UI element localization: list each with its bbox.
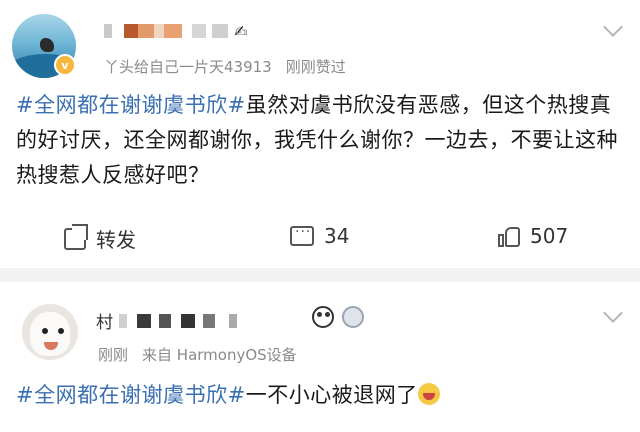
username-blurred[interactable] bbox=[104, 24, 228, 38]
avatar-eye bbox=[42, 328, 48, 334]
username-first-char: 村 bbox=[96, 313, 113, 333]
vip-badge-icon: v bbox=[54, 54, 76, 76]
hashtag-link[interactable]: #全网都在谢谢虞书欣# bbox=[16, 383, 246, 407]
laugh-emoji-icon bbox=[417, 383, 440, 405]
action-bar: 转发 34 507 bbox=[0, 216, 640, 260]
comment-body: #全网都在谢谢虞书欣#一不小心被退网了 bbox=[16, 378, 628, 413]
comment-body: #全网都在谢谢虞书欣#虽然对虞书欣没有恶感，但这个热搜真的好讨厌，还全网都谢你，… bbox=[16, 88, 628, 193]
share-icon bbox=[64, 227, 86, 250]
device-source: 来自 HarmonyOS设备 bbox=[142, 346, 297, 364]
comment-count: 34 bbox=[324, 224, 350, 248]
comment-meta: 刚刚 来自 HarmonyOS设备 bbox=[98, 344, 311, 365]
username-blurred[interactable]: 村 bbox=[96, 308, 237, 333]
medal-badge-icon bbox=[342, 306, 364, 328]
like-icon bbox=[498, 225, 520, 247]
like-count: 507 bbox=[530, 224, 569, 248]
timestamp: 刚刚 bbox=[98, 346, 129, 364]
comment-button[interactable]: 34 bbox=[290, 224, 349, 248]
share-label: 转发 bbox=[96, 228, 136, 252]
comment-meta: 丫头给自己一片天43913 刚刚赞过 bbox=[104, 56, 360, 77]
weibo-comment-2: 村 刚刚 来自 HarmonyOS设备 #全网都在谢谢虞书欣#一不小心被退网了 bbox=[0, 282, 640, 432]
username-suffix-icon: ✍ bbox=[234, 22, 248, 41]
chevron-down-icon[interactable] bbox=[603, 17, 623, 37]
timestamp: 刚刚赞过 bbox=[285, 58, 346, 76]
comment-text: 一不小心被退网了 bbox=[245, 383, 418, 407]
comment-icon bbox=[290, 224, 314, 246]
share-button[interactable]: 转发 bbox=[64, 224, 136, 253]
like-button[interactable]: 507 bbox=[498, 224, 568, 248]
weibo-comment-1: v ✍ 丫头给自己一片天43913 刚刚赞过 #全网都在谢谢虞书欣#虽然对虞书欣没… bbox=[0, 0, 640, 268]
avatar[interactable] bbox=[22, 304, 78, 360]
avatar-eye bbox=[58, 328, 64, 334]
panda-badge-icon bbox=[312, 306, 334, 328]
section-divider bbox=[0, 268, 640, 282]
hashtag-link[interactable]: #全网都在谢谢虞书欣# bbox=[16, 93, 246, 117]
chevron-down-icon[interactable] bbox=[603, 303, 623, 323]
avatar-surfer bbox=[40, 38, 54, 52]
meta-text: 丫头给自己一片天43913 bbox=[104, 58, 272, 76]
